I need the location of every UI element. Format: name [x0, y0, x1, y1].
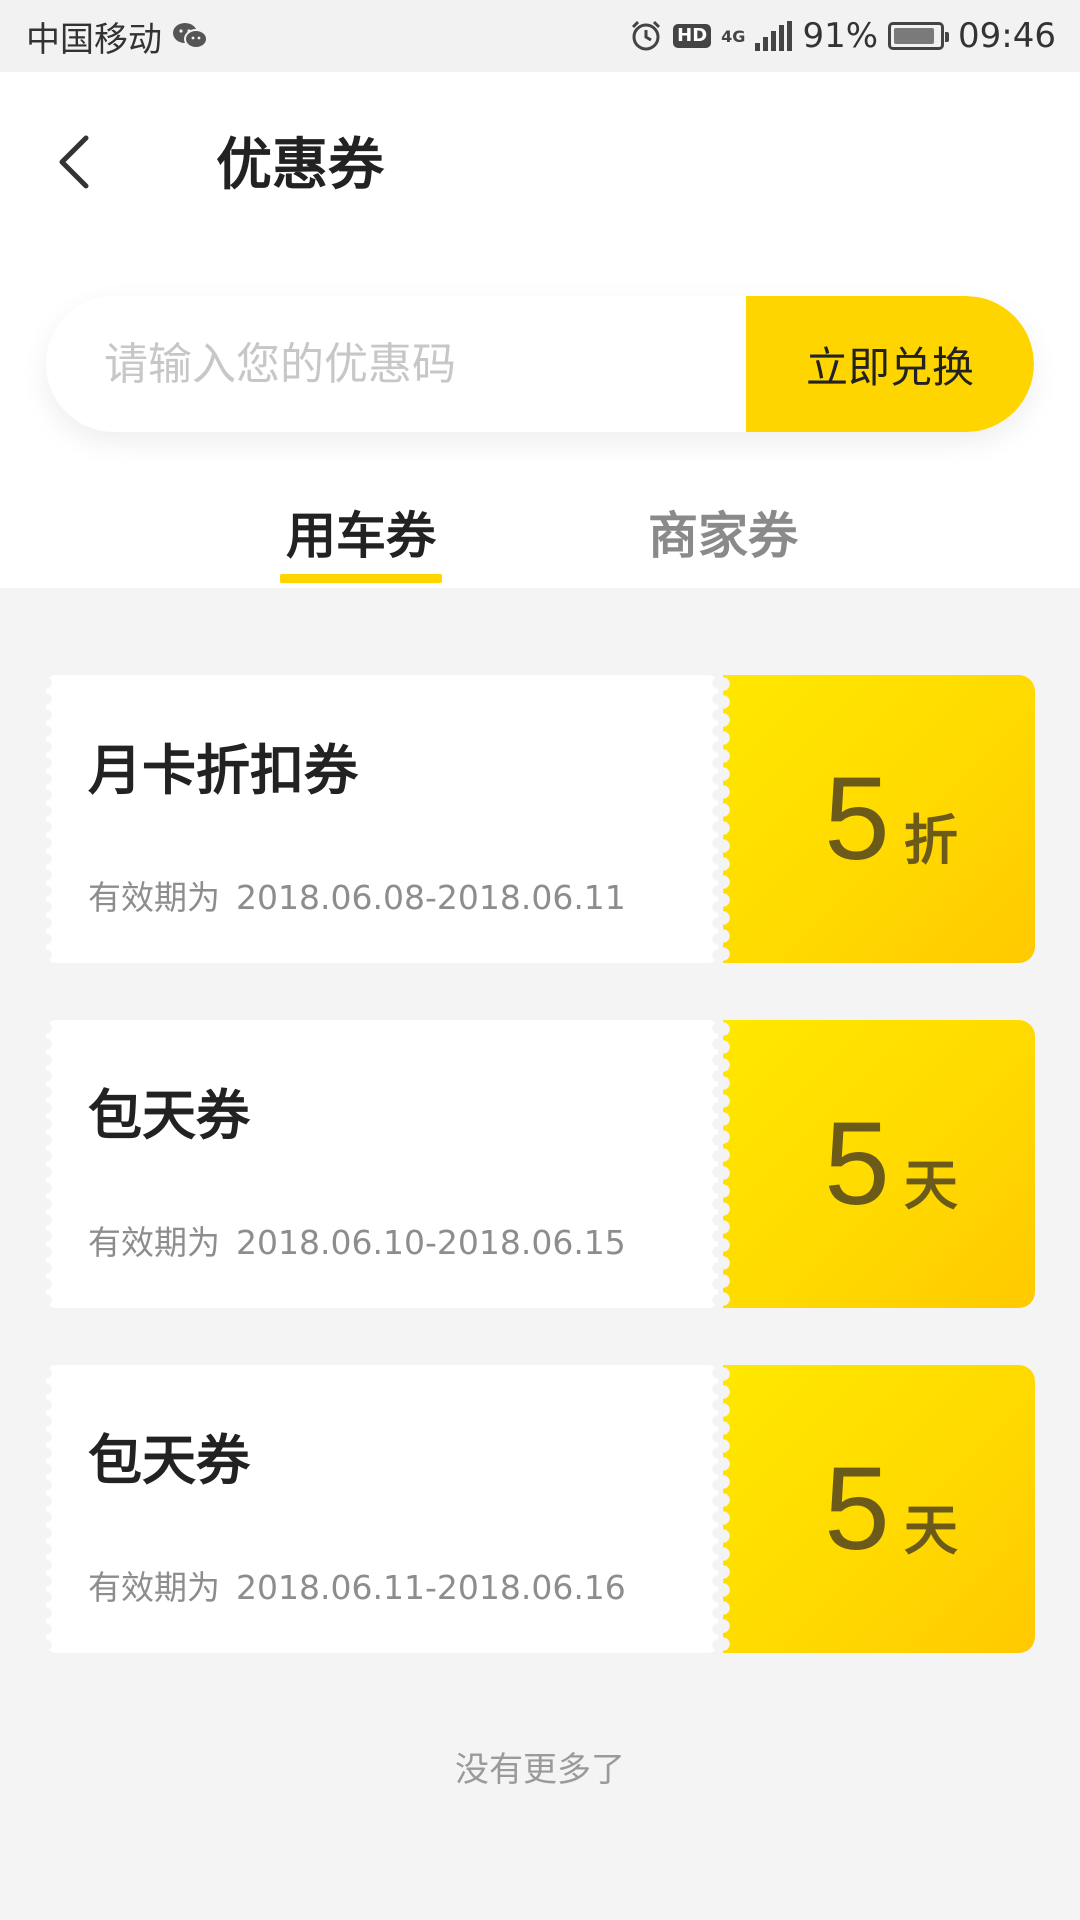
coupon-value-panel: 5 天 — [723, 1020, 1035, 1308]
coupon-info: 月卡折扣券 有效期为 2018.06.08-2018.06.11 — [46, 675, 718, 963]
no-more-text: 没有更多了 — [455, 1750, 625, 1790]
tab-ride-coupons[interactable]: 用车券 — [280, 482, 442, 588]
coupon-value: 5 — [824, 753, 890, 885]
chevron-left-icon — [59, 135, 89, 189]
header: 优惠券 立即兑换 用车券 商家券 — [0, 72, 1080, 588]
coupon-value-panel: 5 天 — [723, 1365, 1035, 1653]
coupon-tabs: 用车券 商家券 — [0, 482, 1080, 588]
clock: 09:46 — [958, 16, 1056, 56]
coupon-name: 包天券 — [88, 1429, 250, 1492]
validity-range: 2018.06.08-2018.06.11 — [236, 878, 626, 917]
coupon-card[interactable]: 包天券 有效期为 2018.06.11-2018.06.16 5 天 — [46, 1365, 1035, 1653]
coupon-name: 包天券 — [88, 1084, 250, 1147]
coupon-code-input[interactable] — [46, 296, 746, 432]
coupon-value-group: 5 天 — [824, 1450, 958, 1568]
validity-prefix: 有效期为 — [88, 1223, 220, 1262]
carrier-label: 中国移动 — [26, 19, 162, 60]
alarm-icon — [629, 19, 663, 53]
coupon-validity: 有效期为 2018.06.11-2018.06.16 — [88, 1561, 626, 1609]
coupon-unit: 折 — [903, 809, 958, 872]
wechat-icon — [172, 21, 208, 51]
battery-percent: 91% — [802, 16, 879, 56]
battery-icon — [888, 22, 950, 50]
coupon-card[interactable]: 月卡折扣券 有效期为 2018.06.08-2018.06.11 5 折 — [46, 675, 1035, 963]
back-button[interactable] — [44, 122, 104, 202]
redeem-bar: 立即兑换 — [46, 296, 1034, 432]
coupon-name: 月卡折扣券 — [88, 739, 358, 802]
hd-icon: HD — [673, 24, 712, 48]
validity-prefix: 有效期为 — [88, 878, 220, 917]
validity-range: 2018.06.10-2018.06.15 — [236, 1223, 626, 1262]
coupon-unit: 天 — [903, 1499, 958, 1562]
validity-range: 2018.06.11-2018.06.16 — [236, 1568, 626, 1607]
status-right: HD 4G 91% 09:46 — [629, 16, 1056, 56]
coupon-info: 包天券 有效期为 2018.06.11-2018.06.16 — [46, 1365, 718, 1653]
network-type-label: 4G — [721, 26, 746, 46]
active-tab-indicator — [280, 574, 442, 583]
coupon-value-panel: 5 折 — [723, 675, 1035, 963]
coupon-validity: 有效期为 2018.06.10-2018.06.15 — [88, 1216, 626, 1264]
status-bar: 中国移动 HD 4G 91% 09:46 — [0, 0, 1080, 72]
status-left: 中国移动 — [26, 12, 208, 61]
validity-prefix: 有效期为 — [88, 1568, 220, 1607]
page-title: 优惠券 — [216, 133, 384, 198]
coupon-unit: 天 — [903, 1154, 958, 1217]
signal-icon — [755, 21, 793, 51]
coupon-value-group: 5 折 — [824, 760, 958, 878]
coupon-validity: 有效期为 2018.06.08-2018.06.11 — [88, 871, 626, 919]
tab-merchant-coupons[interactable]: 商家券 — [640, 482, 806, 588]
redeem-button[interactable]: 立即兑换 — [746, 296, 1034, 432]
coupon-card[interactable]: 包天券 有效期为 2018.06.10-2018.06.15 5 天 — [46, 1020, 1035, 1308]
coupon-value: 5 — [824, 1098, 890, 1230]
coupon-value-group: 5 天 — [824, 1105, 958, 1223]
coupon-info: 包天券 有效期为 2018.06.10-2018.06.15 — [46, 1020, 718, 1308]
coupon-value: 5 — [824, 1443, 890, 1575]
